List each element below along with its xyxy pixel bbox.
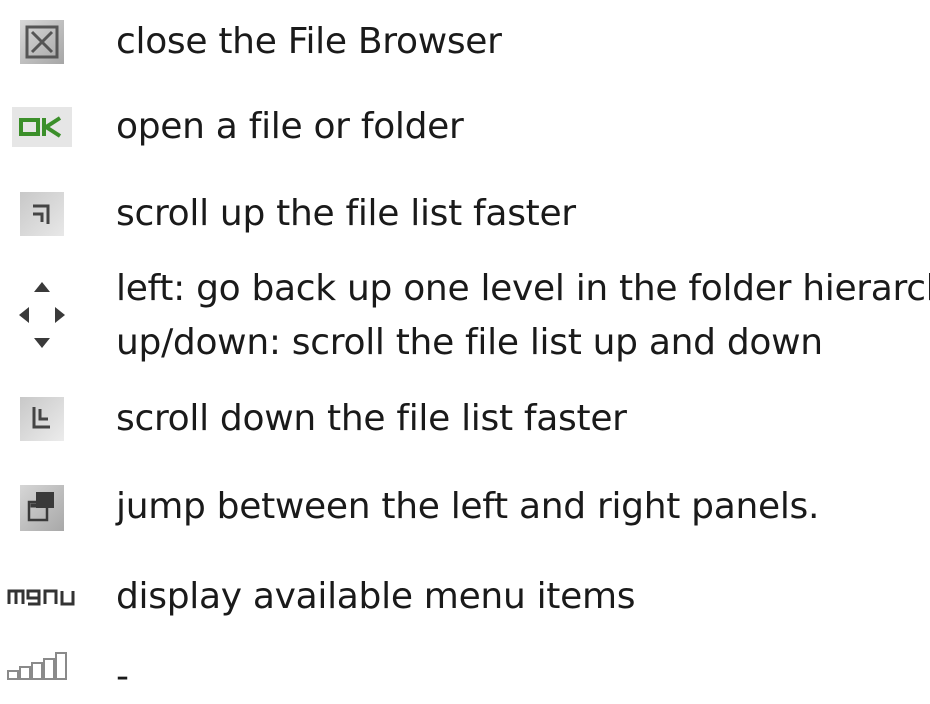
ok-icon xyxy=(0,107,84,147)
item-label-switch-panel: jump between the left and right panels. xyxy=(116,486,820,527)
dpad-icon xyxy=(0,280,84,350)
item-label-menu: display available menu items xyxy=(116,576,636,617)
page-up-icon xyxy=(0,192,84,236)
item-label-dpad-line1: left: go back up one level in the folder… xyxy=(116,268,930,309)
battery-bars-icon xyxy=(0,645,84,685)
menu-icon xyxy=(0,584,84,608)
item-label-battery: - xyxy=(116,656,129,697)
page-down-icon xyxy=(0,397,84,441)
item-label-dpad: left: go back up one level in the folder… xyxy=(116,262,930,370)
item-label-dpad-line2: up/down: scroll the file list up and dow… xyxy=(116,322,823,363)
item-label-ok: open a file or folder xyxy=(116,106,464,147)
close-icon xyxy=(0,20,84,64)
item-label-page-down: scroll down the file list faster xyxy=(116,398,627,439)
switch-panel-icon xyxy=(0,485,84,531)
item-label-close: close the File Browser xyxy=(116,21,502,62)
item-label-page-up: scroll up the file list faster xyxy=(116,193,576,234)
